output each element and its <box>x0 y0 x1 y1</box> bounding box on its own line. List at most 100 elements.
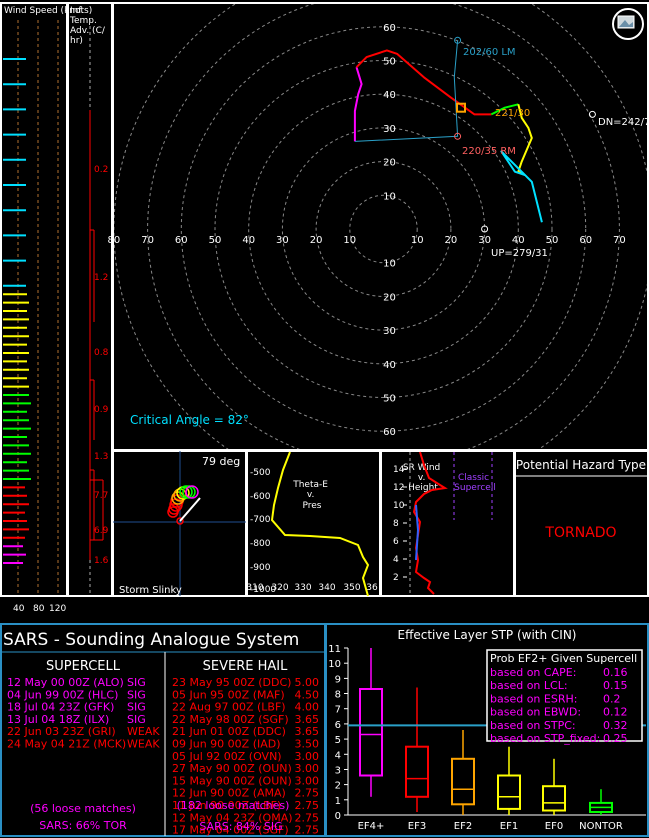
supercell-loose-matches: (56 loose matches) <box>30 802 136 815</box>
stp-y-tick: 1 <box>335 796 341 807</box>
hail-analog-station: 12 Jun 90 00Z (AMA) <box>172 787 286 800</box>
hail-analog-station: 09 Jun 90 00Z (IAD) <box>172 738 281 751</box>
sars-title: SARS - Sounding Analogue System <box>3 630 299 650</box>
hodograph-x-tick: 20 <box>310 235 323 246</box>
hodograph-x-tick: 30 <box>276 235 289 246</box>
hail-analog-station: 22 Aug 97 00Z (LBF) <box>172 701 286 714</box>
wind-scale: 40 80 120 <box>13 604 66 614</box>
hail-analog-size: 4.00 <box>295 701 320 714</box>
hodograph-x-tick: 40 <box>512 235 525 246</box>
mean-wind-label: 221/30 <box>495 108 530 119</box>
prob-row-label: based on STP_fixed: <box>490 732 600 745</box>
image-icon[interactable] <box>612 8 644 40</box>
prob-row-label: based on ESRH: <box>490 692 577 705</box>
ring-label: 10 <box>383 259 396 270</box>
stp-y-tick: 4 <box>335 750 341 761</box>
theta-e-y-tick: -800 <box>250 539 271 549</box>
temp-adv-value: 0.9 <box>94 405 109 415</box>
theta-e-x-tick: 320 <box>271 583 288 593</box>
temp-adv-value: 1.6 <box>94 556 109 566</box>
hail-analog-station: 05 Jun 95 00Z (MAF) <box>172 688 285 701</box>
hail-analog-station: 05 Jul 92 00Z (OVN) <box>172 750 282 763</box>
prob-row-label: based on CAPE: <box>490 666 576 679</box>
supercell-analog-tag: SIG <box>127 676 146 689</box>
hazard-title: Potential Hazard Type <box>516 458 646 472</box>
hail-analog-size: 2.75 <box>295 799 320 812</box>
wind-height-y-tick: 2 <box>393 573 399 583</box>
prob-row-value: 0.32 <box>603 719 628 732</box>
hail-analog-station: 15 May 90 00Z (OUN) <box>172 774 292 787</box>
upshear-label: UP=279/31 <box>491 248 548 259</box>
ring-label: 50 <box>383 394 396 405</box>
critical-angle-label: Critical Angle = 82° <box>130 413 249 427</box>
temp-adv-value: 6.9 <box>94 526 109 536</box>
prob-row-value: 0.12 <box>603 706 628 719</box>
wind-height-y-tick: 8 <box>393 519 399 529</box>
supercell-analog-tag: WEAK <box>127 725 160 738</box>
supercell-analog-station: 24 May 04 21Z (MCK) <box>7 738 126 751</box>
stp-y-tick: 11 <box>328 644 341 655</box>
stp-y-tick: 9 <box>335 674 341 685</box>
stp-title: Effective Layer STP (with CIN) <box>398 628 577 642</box>
theta-e-y-tick: -500 <box>250 468 271 478</box>
hodograph-x-tick: 70 <box>141 235 154 246</box>
ring-label: 40 <box>383 90 396 101</box>
supercell-analog-station: 22 Jun 03 23Z (GRI) <box>7 725 116 738</box>
hail-summary: SARS: 84% SIG <box>199 820 282 833</box>
hail-analog-size: 3.50 <box>295 738 320 751</box>
hodograph-x-tick: 10 <box>343 235 356 246</box>
hail-analog-size: 3.65 <box>295 713 320 726</box>
lm-label: 202/60 LM <box>463 47 516 58</box>
supercell-analog-tag: SIG <box>127 713 146 726</box>
supercell-analog-station: 18 Jul 04 23Z (GFK) <box>7 701 114 714</box>
hodograph-x-tick: 10 <box>411 235 424 246</box>
theta-e-x-tick: 340 <box>318 583 335 593</box>
hail-analog-size: 5.00 <box>295 676 320 689</box>
downshear-label: DN=242/7 <box>598 117 649 128</box>
temp-adv-value: 1.3 <box>94 452 108 462</box>
stp-category-label: EF2 <box>454 821 472 832</box>
supercell-analog-tag: WEAK <box>127 738 160 751</box>
supercell-analog-station: 13 Jul 04 18Z (ILX) <box>7 713 109 726</box>
wind-height-y-tick: 10 <box>393 501 405 511</box>
supercell-analog-station: 12 May 00 00Z (ALO) <box>7 676 124 689</box>
theta-e-y-tick: -900 <box>250 563 271 573</box>
hail-analog-station: 22 May 98 00Z (SGF) <box>172 713 289 726</box>
ring-label: 60 <box>383 23 396 34</box>
hail-analog-size: 2.75 <box>295 787 320 800</box>
wind-height-y-tick: 14 <box>393 465 405 475</box>
classic-supercell-label: Classic Supercell <box>454 473 496 493</box>
ring-label: 30 <box>383 326 396 337</box>
hodograph-x-tick: 30 <box>478 235 491 246</box>
ring-label: 50 <box>383 57 396 68</box>
supercell-summary: SARS: 66% TOR <box>39 819 127 832</box>
hodograph-x-tick: 50 <box>209 235 222 246</box>
theta-e-x-tick: 330 <box>294 583 311 593</box>
hodograph-x-tick: 40 <box>242 235 255 246</box>
prob-title: Prob EF2+ Given Supercell <box>490 652 637 665</box>
hodograph-x-tick: 60 <box>579 235 592 246</box>
wind-height-y-tick: 12 <box>393 483 404 493</box>
hodograph-x-tick: 50 <box>546 235 559 246</box>
temp-adv-value: 0.8 <box>94 348 109 358</box>
prob-row-value: 0.25 <box>603 732 628 745</box>
ring-label: 60 <box>383 427 396 438</box>
theta-e-x-tick: 36 <box>366 583 378 593</box>
supercell-header: SUPERCELL <box>46 659 121 674</box>
hail-header: SEVERE HAIL <box>203 659 288 674</box>
prob-row-label: based on STPC: <box>490 719 576 732</box>
temp-adv-value: 1.2 <box>94 273 108 283</box>
wind-height-y-tick: 6 <box>393 537 399 547</box>
theta-e-x-tick: 350 <box>343 583 360 593</box>
hail-analog-size: 3.65 <box>295 725 320 738</box>
hail-analog-station: 21 Jun 01 00Z (DDC) <box>172 725 286 738</box>
ring-label: 20 <box>383 158 396 169</box>
hail-analog-size: 3.00 <box>295 750 320 763</box>
ring-label: 30 <box>383 124 396 135</box>
stp-y-tick: 6 <box>335 720 341 731</box>
ring-label: 40 <box>383 360 396 371</box>
slinky-label: Storm Slinky <box>119 585 182 596</box>
theta-e-x-tick: 310 <box>246 583 263 593</box>
wind-scale-tick: 120 <box>49 604 66 614</box>
temp-adv-value: 7.7 <box>94 491 108 501</box>
